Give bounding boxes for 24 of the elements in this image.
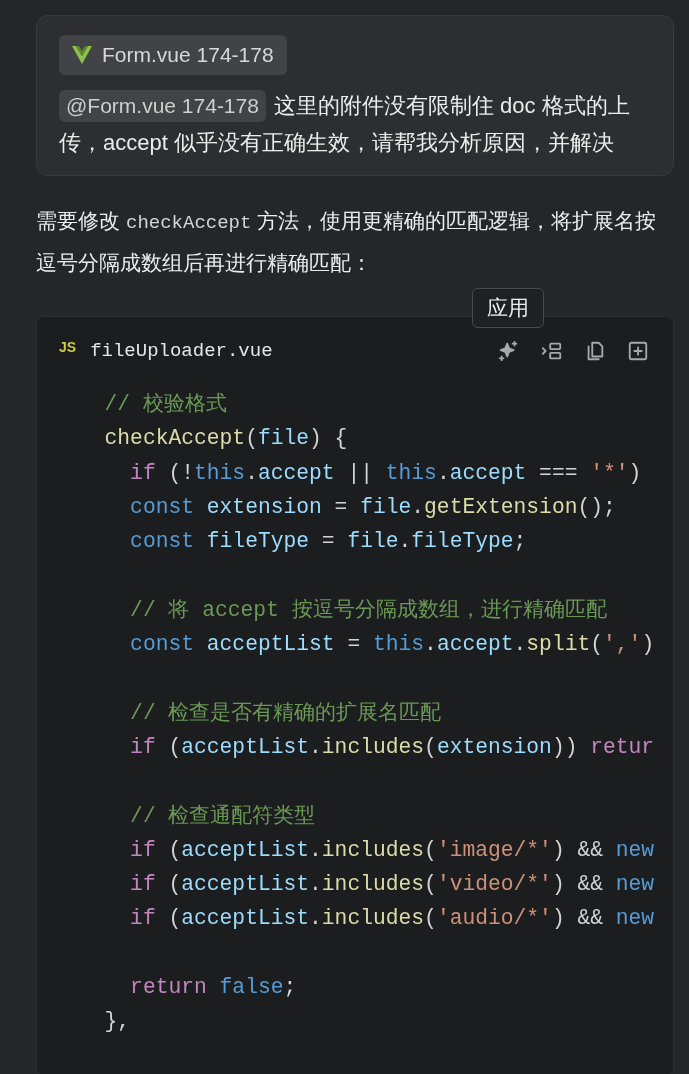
- code-line: // 将 accept 按逗号分隔成数组，进行精确匹配: [129, 596, 607, 624]
- code-filename: fileUploader.vue: [90, 338, 273, 364]
- code-line: // 检查通配符类型: [129, 802, 316, 830]
- code-line: const acceptList = this.accept.split(','): [129, 631, 655, 659]
- vue-logo-icon: [72, 46, 92, 64]
- code-line: if (acceptList.includes('audio/*') && new: [129, 905, 655, 933]
- tooltip: 应用: [472, 288, 544, 328]
- code-line: const extension = file.getExtension();: [129, 493, 616, 521]
- code-line: if (acceptList.includes('image/*') && new: [129, 836, 655, 864]
- code-line: if (!this.accept || this.accept === '*'): [129, 459, 642, 487]
- code-line: const fileType = file.fileType;: [129, 528, 527, 556]
- js-file-icon: JS: [59, 336, 77, 358]
- code-line: return false;: [129, 974, 297, 1002]
- code-line: // 检查是否有精确的扩展名匹配: [129, 699, 442, 727]
- file-attachment-chip[interactable]: Form.vue 174-178: [59, 35, 287, 75]
- attachment-label: Form.vue 174-178: [102, 42, 274, 69]
- mention-chip[interactable]: @Form.vue 174-178: [59, 90, 266, 122]
- code-line: if (acceptList.includes('video/*') && new: [129, 871, 655, 899]
- answer-paragraph: 需要修改 checkAccept 方法，使用更精确的匹配逻辑，将扩展名按逗号分隔成数组后再进行精确匹配：: [36, 208, 658, 276]
- code-line: checkAccept(file) {: [103, 425, 348, 453]
- code-line: if (acceptList.includes(extension)) retur: [129, 733, 655, 761]
- code-line: // 校验格式: [103, 391, 227, 418]
- code-line: },: [103, 1008, 131, 1036]
- message-text: @Form.vue 174-178 这里的附件没有限制住 doc 格式的上传，accept 似乎没有正确生效，请帮我分析原因，并解决: [59, 87, 651, 161]
